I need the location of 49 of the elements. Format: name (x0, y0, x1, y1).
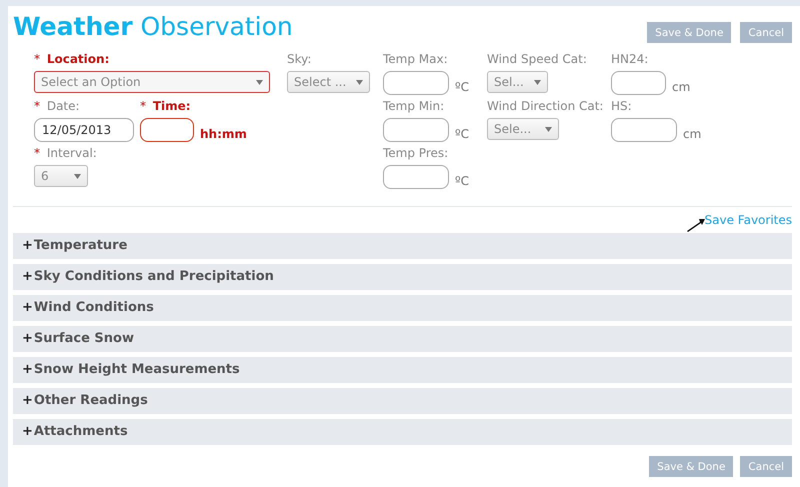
section-header[interactable]: +Wind Conditions (13, 295, 792, 321)
pointer-arrow-icon (686, 218, 706, 232)
required-mark: * (34, 146, 40, 160)
unit-label: ºC (455, 79, 470, 94)
section-header[interactable]: +Attachments (13, 419, 792, 445)
input-field[interactable] (383, 71, 449, 95)
required-mark: * (34, 52, 40, 66)
section-header[interactable]: +Other Readings (13, 388, 792, 414)
page-title: Weather Observation (13, 12, 293, 42)
required-mark: * (140, 99, 146, 113)
dropdown[interactable]: Select ... (287, 71, 370, 93)
input-field[interactable] (140, 118, 194, 142)
field-label: Wind Direction Cat: (487, 99, 604, 113)
field-label: Sky: (287, 52, 312, 66)
field-label: Location: (46, 52, 110, 66)
caret-icon (356, 80, 363, 84)
caret-icon (256, 80, 263, 84)
field-label: Temp Min: (383, 99, 444, 113)
input-field[interactable] (383, 118, 449, 142)
input-field[interactable] (611, 71, 666, 95)
input-field[interactable] (611, 118, 677, 142)
unit-label: cm (683, 126, 702, 141)
field-label: HN24: (611, 52, 648, 66)
section-header[interactable]: +Sky Conditions and Precipitation (13, 264, 792, 290)
unit-label: cm (672, 79, 690, 94)
unit-label: ºC (455, 173, 470, 188)
unit-label: hh:mm (200, 126, 247, 141)
field-label: Temp Max: (383, 52, 448, 66)
required-mark: * (34, 99, 40, 113)
save-favorites-link[interactable]: Save Favorites (704, 213, 792, 227)
field-label: Temp Pres: (383, 146, 448, 160)
input-field[interactable]: 12/05/2013 (34, 118, 134, 142)
dropdown[interactable]: Select an Option (34, 71, 270, 93)
field-label: Time: (152, 99, 191, 113)
input-field[interactable] (383, 165, 449, 189)
field-label: Wind Speed Cat: (487, 52, 587, 66)
dropdown[interactable]: Sele... (487, 118, 559, 140)
unit-label: ºC (455, 126, 470, 141)
caret-icon (545, 126, 552, 132)
field-label: HS: (611, 99, 632, 113)
section-header[interactable]: +Temperature (13, 233, 792, 259)
caret-icon (74, 174, 81, 178)
caret-icon (534, 80, 541, 84)
field-label: Date: (46, 99, 80, 113)
field-label: Interval: (46, 146, 97, 160)
dropdown[interactable]: Sel... (487, 71, 548, 93)
section-header[interactable]: +Snow Height Measurements (13, 357, 792, 383)
section-header[interactable]: +Surface Snow (13, 326, 792, 352)
dropdown[interactable]: 6 (34, 165, 88, 187)
